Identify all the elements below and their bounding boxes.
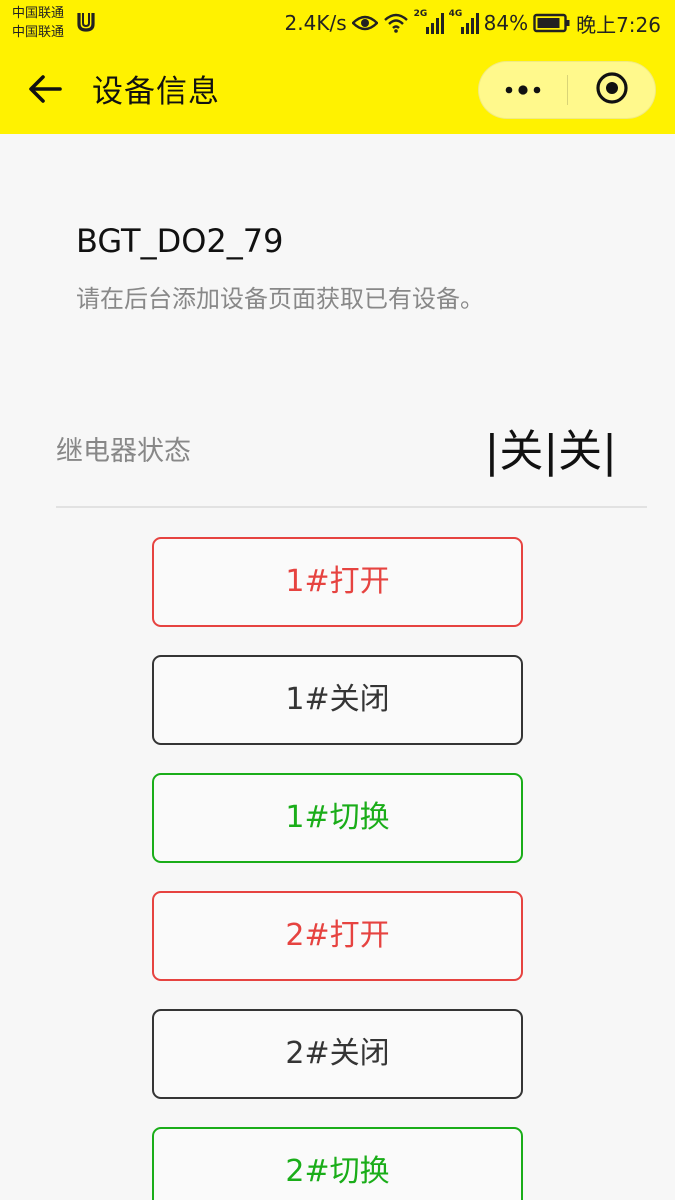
back-arrow-icon (28, 74, 62, 108)
back-button[interactable] (22, 68, 68, 114)
signal-2g-icon: 2G (414, 9, 444, 35)
relay1-open-button[interactable]: 1#打开 (152, 537, 523, 627)
eye-icon (351, 14, 378, 32)
page-title: 设备信息 (92, 74, 220, 110)
close-mini-program-button[interactable] (568, 62, 656, 118)
relay2-close-button[interactable]: 2#关闭 (152, 1009, 523, 1099)
battery-icon (533, 13, 571, 33)
notification-u-icon (76, 11, 96, 33)
net-speed: 2.4K/s (284, 11, 347, 35)
mini-program-capsule (478, 61, 656, 119)
header: 中国联通 中国联通 2.4K/s 2G 4G 84% 晚上7:26 设备信息 (0, 0, 675, 134)
carrier-2: 中国联通 (12, 25, 65, 40)
device-name: BGT_DO2_79 (76, 222, 284, 260)
battery-percent: 84% (483, 11, 529, 35)
wifi-icon (383, 13, 409, 33)
more-dots-icon (503, 81, 543, 100)
relay1-toggle-button[interactable]: 1#切换 (152, 773, 523, 863)
relay-status-value: |关|关| (484, 426, 617, 477)
app-page: 中国联通 中国联通 2.4K/s 2G 4G 84% 晚上7:26 设备信息 B… (0, 0, 675, 1200)
device-hint: 请在后台添加设备页面获取已有设备。 (76, 285, 484, 313)
relay-status-label: 继电器状态 (56, 436, 191, 467)
status-right: 2.4K/s 2G 4G 84% 晚上7:26 (285, 8, 661, 38)
relay2-open-button[interactable]: 2#打开 (152, 891, 523, 981)
status-bar: 中国联通 中国联通 2.4K/s 2G 4G 84% 晚上7:26 (0, 0, 675, 46)
relay1-close-button[interactable]: 1#关闭 (152, 655, 523, 745)
relay2-toggle-button[interactable]: 2#切换 (152, 1127, 523, 1200)
carrier-1: 中国联通 (12, 6, 65, 21)
more-button[interactable] (479, 62, 567, 118)
relay-status-row: 继电器状态 |关|关| (56, 410, 647, 508)
carrier-names: 中国联通 中国联通 (12, 4, 64, 42)
nav-bar: 设备信息 (0, 46, 675, 134)
target-close-icon (595, 71, 629, 109)
clock: 晚上7:26 (576, 12, 661, 37)
signal-4g-icon: 4G (449, 9, 479, 35)
